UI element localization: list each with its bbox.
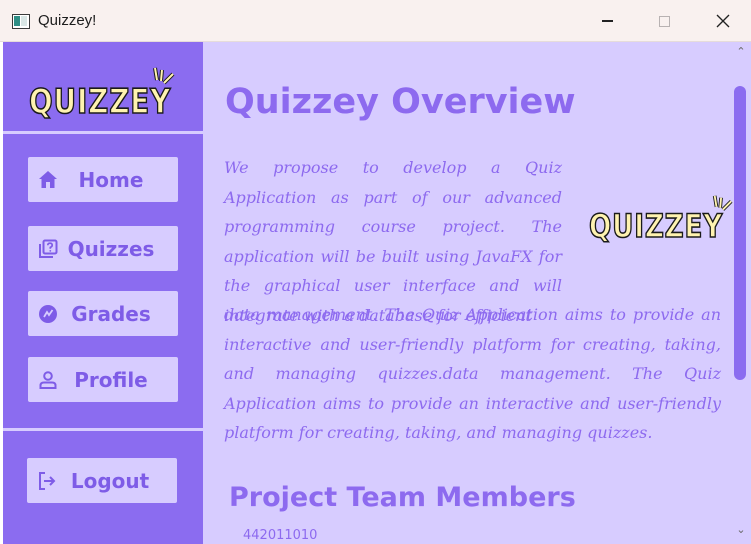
sidebar-item-label: Quizzes bbox=[67, 236, 155, 261]
sidebar-item-label: Home bbox=[78, 167, 144, 192]
sidebar-logo: QUIZZEY bbox=[28, 67, 202, 123]
maximize-button[interactable] bbox=[641, 0, 687, 42]
minimize-icon bbox=[601, 20, 613, 22]
logo-sparkle-icon bbox=[153, 67, 175, 85]
scroll-up-arrow-icon[interactable]: ⌃ bbox=[735, 46, 747, 58]
team-member-row: 442011010 bbox=[243, 528, 318, 543]
scrollbar-thumb[interactable] bbox=[734, 86, 746, 380]
logout-button[interactable]: Logout bbox=[27, 458, 177, 503]
content-logo: QUIZZEY bbox=[588, 195, 751, 246]
sidebar-item-label: Profile bbox=[74, 367, 148, 392]
maximize-icon bbox=[658, 15, 670, 27]
page-title: Quizzey Overview bbox=[225, 82, 576, 122]
content-logo-text: QUIZZEY bbox=[588, 206, 724, 246]
window-title: Quizzey! bbox=[38, 12, 97, 29]
sidebar-divider bbox=[3, 428, 203, 431]
window-titlebar: Quizzey! bbox=[0, 0, 751, 42]
team-section-title: Project Team Members bbox=[229, 482, 576, 513]
sidebar-item-home[interactable]: Home bbox=[28, 157, 178, 202]
minimize-button[interactable] bbox=[584, 0, 630, 42]
sidebar-item-label: Grades bbox=[71, 301, 151, 326]
logo-sparkle-icon bbox=[712, 195, 733, 211]
logout-label: Logout bbox=[70, 468, 150, 493]
app-window-icon bbox=[12, 14, 30, 29]
sidebar-item-grades[interactable]: Grades bbox=[28, 291, 178, 336]
sidebar: QUIZZEY Home Quizzes Grades Profile Logo… bbox=[3, 42, 203, 544]
close-icon bbox=[716, 14, 730, 28]
scroll-down-arrow-icon[interactable]: ⌄ bbox=[735, 524, 747, 536]
close-button[interactable] bbox=[700, 0, 746, 42]
sidebar-item-quizzes[interactable]: Quizzes bbox=[28, 226, 178, 271]
main-content[interactable]: Quizzey Overview We propose to develop a… bbox=[203, 42, 751, 544]
sidebar-divider bbox=[3, 131, 203, 134]
sidebar-item-profile[interactable]: Profile bbox=[28, 357, 178, 402]
overview-paragraph-continued: data management. The Quiz Application ai… bbox=[224, 305, 721, 442]
